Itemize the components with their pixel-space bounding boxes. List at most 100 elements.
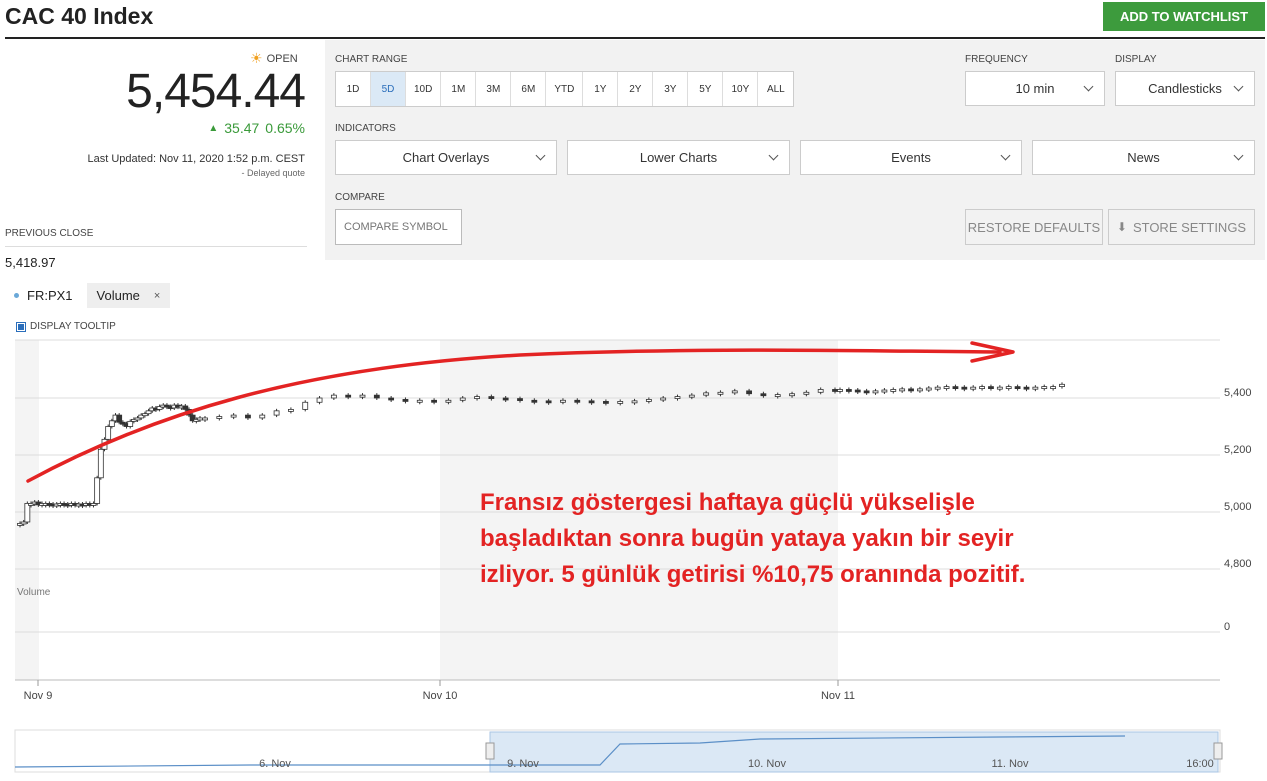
y-tick-label: 4,800 (1224, 558, 1252, 570)
download-icon: ⬇ (1116, 220, 1127, 234)
range-button-10y[interactable]: 10Y (723, 72, 759, 106)
last-updated: Last Updated: Nov 11, 2020 1:52 p.m. CES… (87, 153, 305, 165)
y-tick-label: 5,400 (1224, 387, 1252, 399)
candle (979, 386, 985, 389)
store-settings-button[interactable]: ⬇ STORE SETTINGS (1108, 209, 1255, 245)
delayed-quote-note: - Delayed quote (241, 168, 305, 178)
candle (908, 388, 914, 392)
frequency-dropdown[interactable]: 10 min (965, 71, 1105, 106)
candle (899, 388, 906, 392)
chevron-down-icon (1233, 81, 1244, 92)
candle (316, 397, 323, 403)
candle (943, 386, 950, 389)
range-button-2y[interactable]: 2Y (618, 72, 654, 106)
candle (1059, 383, 1065, 387)
events-dropdown[interactable]: Events (800, 140, 1022, 175)
range-button-3m[interactable]: 3M (476, 72, 512, 106)
candle (872, 390, 879, 394)
candle (359, 394, 366, 398)
range-button-10d[interactable]: 10D (406, 72, 442, 106)
range-button-5d[interactable]: 5D (371, 72, 406, 106)
candle (631, 400, 638, 404)
events-label: Events (891, 150, 931, 165)
x-tick-label: Nov 11 (821, 690, 855, 702)
candle (517, 398, 523, 401)
navigator-label: 9. Nov (507, 758, 539, 770)
x-tick-label: Nov 10 (423, 690, 458, 702)
annotation-text: Fransız göstergesi haftaya güçlü yükseli… (480, 489, 1026, 588)
change-value: 35.47 (224, 120, 260, 136)
candle (259, 414, 266, 419)
range-button-6m[interactable]: 6M (511, 72, 547, 106)
volume-panel-label: Volume (17, 587, 51, 598)
candle (717, 391, 724, 395)
candle (560, 399, 566, 403)
candle (202, 417, 208, 421)
compare-symbol-input[interactable] (335, 209, 462, 245)
range-button-1y[interactable]: 1Y (583, 72, 619, 106)
candle (345, 394, 352, 398)
chevron-down-icon (768, 150, 779, 161)
display-dropdown[interactable]: Candlesticks (1115, 71, 1255, 106)
candle (474, 396, 480, 399)
candle (1032, 386, 1039, 390)
y-tick-label: 5,200 (1224, 444, 1252, 456)
title-divider (5, 37, 1265, 39)
news-dropdown[interactable]: News (1032, 140, 1255, 175)
candle (881, 389, 888, 393)
range-button-3y[interactable]: 3Y (653, 72, 689, 106)
range-button-1m[interactable]: 1M (441, 72, 477, 106)
display-tooltip-toggle[interactable]: DISPLAY TOOLTIP (16, 321, 116, 332)
candle (703, 392, 710, 396)
candle (94, 477, 101, 504)
navigator[interactable]: 6. Nov 9. Nov 10. Nov 11. Nov 16:00 (14, 729, 1223, 773)
candle (330, 394, 337, 399)
candle (803, 391, 810, 395)
display-value: Candlesticks (1148, 81, 1222, 96)
volume-tick-label: 0 (1224, 621, 1230, 633)
candle (588, 400, 595, 404)
range-button-ytd[interactable]: YTD (546, 72, 584, 106)
candle (416, 399, 423, 403)
previous-close-divider (5, 246, 307, 247)
indicators-label: INDICATORS (335, 123, 396, 134)
candle (545, 400, 552, 404)
candle (890, 389, 897, 392)
candle (688, 394, 695, 398)
range-button-5y[interactable]: 5Y (688, 72, 724, 106)
navigator-label: 10. Nov (748, 758, 786, 770)
series-dot-icon (14, 293, 19, 298)
y-tick-label: 5,000 (1224, 501, 1252, 513)
navigator-label: 16:00 (1186, 758, 1214, 770)
navigator-handle-right (1213, 742, 1223, 760)
restore-defaults-button[interactable]: RESTORE DEFAULTS (965, 209, 1103, 245)
range-button-1d[interactable]: 1D (336, 72, 371, 106)
candle (145, 410, 152, 415)
candle (574, 399, 581, 403)
candle (373, 394, 380, 399)
candle (459, 397, 466, 401)
candle (116, 414, 123, 423)
add-to-watchlist-button[interactable]: ADD TO WATCHLIST (1103, 2, 1265, 31)
candle (197, 417, 203, 421)
candle (230, 414, 237, 418)
navigator-handle-left (485, 742, 495, 760)
range-button-all[interactable]: ALL (758, 72, 793, 106)
candle (674, 396, 681, 399)
candle (24, 503, 31, 523)
candle (789, 393, 795, 397)
market-status-label: OPEN (266, 52, 298, 65)
candle (216, 416, 223, 419)
lower-charts-dropdown[interactable]: Lower Charts (567, 140, 790, 175)
candle (402, 399, 409, 402)
store-settings-label: STORE SETTINGS (1132, 219, 1247, 235)
series-symbol[interactable]: FR:PX1 (27, 288, 73, 303)
checkbox-icon (16, 321, 26, 332)
candle (617, 401, 624, 404)
candle (488, 396, 495, 399)
close-icon[interactable]: × (154, 290, 160, 302)
restore-defaults-label: RESTORE DEFAULTS (967, 219, 1101, 235)
candle (302, 401, 309, 410)
chevron-down-icon (1083, 81, 1094, 92)
chart-overlays-dropdown[interactable]: Chart Overlays (335, 140, 557, 175)
